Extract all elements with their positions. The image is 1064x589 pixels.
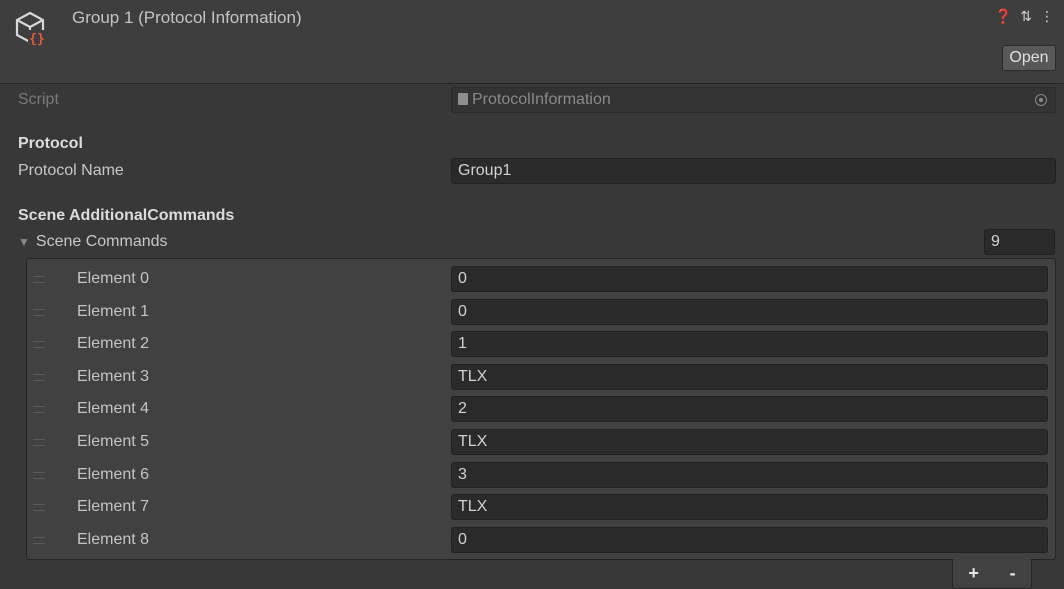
element-label: Element 1 bbox=[77, 302, 150, 320]
open-button[interactable]: Open bbox=[1002, 45, 1056, 71]
element-label: Element 2 bbox=[77, 335, 150, 353]
scene-commands-foldout[interactable]: ▼ Scene Commands bbox=[18, 227, 168, 257]
list-footer: + - bbox=[952, 559, 1032, 589]
element-value-input[interactable]: 3 bbox=[451, 461, 1048, 488]
element-value-input[interactable]: TLX bbox=[451, 363, 1048, 390]
add-element-button[interactable]: + bbox=[968, 563, 979, 584]
protocol-name-input[interactable]: Group1 bbox=[451, 158, 1056, 184]
object-picker-icon[interactable] bbox=[1035, 94, 1047, 106]
element-label: Element 7 bbox=[77, 498, 150, 516]
list-item: Element 6 3 bbox=[27, 459, 1055, 491]
script-field[interactable]: ProtocolInformation bbox=[451, 87, 1056, 113]
element-value-input[interactable]: 0 bbox=[451, 266, 1048, 292]
list-item: Element 5 TLX bbox=[27, 426, 1055, 458]
list-item: Element 7 TLX bbox=[27, 491, 1055, 523]
list-item: Element 1 0 bbox=[27, 296, 1055, 328]
element-label: Element 0 bbox=[77, 270, 150, 287]
element-label: Element 8 bbox=[77, 530, 150, 548]
script-row: Script ProtocolInformation bbox=[0, 85, 1064, 115]
list-item: Element 4 2 bbox=[27, 393, 1055, 425]
drag-handle-icon[interactable] bbox=[33, 373, 45, 381]
drag-handle-icon[interactable] bbox=[33, 406, 45, 414]
inspector-title: Group 1 (Protocol Information) bbox=[72, 8, 302, 27]
svg-text:{}: {} bbox=[29, 32, 45, 46]
scene-commands-row[interactable]: ▼ Scene Commands 9 bbox=[0, 227, 1064, 257]
drag-handle-icon[interactable] bbox=[33, 276, 45, 283]
list-item: Element 0 0 bbox=[27, 263, 1055, 295]
scene-section-header: Scene AdditionalCommands bbox=[18, 207, 235, 224]
list-item: Element 8 0 bbox=[27, 524, 1055, 556]
script-label: Script bbox=[18, 91, 59, 108]
drag-handle-icon[interactable] bbox=[33, 308, 45, 316]
element-label: Element 5 bbox=[77, 433, 150, 450]
remove-element-button[interactable]: - bbox=[1010, 563, 1016, 584]
script-value: ProtocolInformation bbox=[472, 91, 611, 108]
element-label: Element 4 bbox=[77, 400, 150, 418]
element-value-input[interactable]: TLX bbox=[451, 494, 1048, 521]
drag-handle-icon[interactable] bbox=[33, 471, 45, 479]
scriptable-object-icon: {} bbox=[15, 11, 46, 46]
drag-handle-icon[interactable] bbox=[33, 341, 45, 349]
protocol-name-row: Protocol Name Group1 bbox=[0, 156, 1064, 186]
scene-commands-label: Scene Commands bbox=[35, 233, 168, 250]
element-label: Element 6 bbox=[77, 465, 150, 483]
list-item: Element 2 1 bbox=[27, 328, 1055, 360]
script-file-icon bbox=[458, 93, 468, 105]
foldout-arrow-icon[interactable]: ▼ bbox=[18, 235, 30, 249]
element-value-input[interactable]: TLX bbox=[451, 429, 1048, 455]
scene-commands-list: Element 0 0 Element 1 0 Element 2 1 Element 3 T… bbox=[26, 258, 1056, 560]
list-size-input[interactable]: 9 bbox=[984, 229, 1055, 255]
drag-handle-icon[interactable] bbox=[33, 439, 45, 446]
presets-icon[interactable]: ⇅ bbox=[1020, 8, 1032, 25]
element-value-input[interactable]: 1 bbox=[451, 331, 1048, 358]
help-icon[interactable]: ❓ bbox=[995, 8, 1012, 25]
protocol-name-label: Protocol Name bbox=[18, 162, 124, 179]
element-value-input[interactable]: 0 bbox=[451, 298, 1048, 325]
drag-handle-icon[interactable] bbox=[33, 536, 45, 544]
element-value-input[interactable]: 2 bbox=[451, 396, 1048, 423]
more-icon[interactable]: ⋮ bbox=[1040, 8, 1054, 25]
list-item: Element 3 TLX bbox=[27, 361, 1055, 393]
element-label: Element 3 bbox=[77, 367, 150, 385]
drag-handle-icon[interactable] bbox=[33, 504, 45, 512]
protocol-section-header: Protocol bbox=[18, 135, 83, 152]
element-value-input[interactable]: 0 bbox=[451, 526, 1048, 553]
inspector-header: {} Group 1 (Protocol Information) ❓ ⇅ ⋮ … bbox=[0, 0, 1064, 84]
